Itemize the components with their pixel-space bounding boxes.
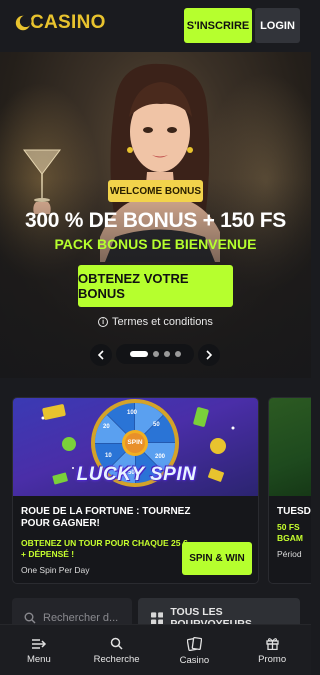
hero-title: 300 % DE BONUS + 150 FS	[25, 209, 286, 232]
search-icon	[110, 637, 123, 650]
promo-title: TUESD	[277, 506, 311, 517]
logo[interactable]: CASINO	[14, 12, 106, 34]
logo-text: CASINO	[30, 12, 106, 33]
nav-label-search: Recherche	[93, 654, 140, 665]
promo-note: One Spin Per Day	[21, 565, 90, 575]
pager-dot-4[interactable]	[174, 351, 181, 357]
get-bonus-button[interactable]: OBTENEZ VOTRE BONUS	[78, 265, 233, 307]
grid-icon	[151, 611, 164, 625]
promo-image-tuesday	[269, 398, 311, 496]
pager-dot-1[interactable]	[129, 351, 148, 357]
wheel-value-5: 10	[105, 453, 112, 459]
promo-card-tuesday[interactable]: TUESD 50 FS BGAM Périod	[268, 397, 311, 584]
nav-item-promo[interactable]: Promo	[233, 625, 311, 675]
carousel-next-button[interactable]	[198, 344, 220, 366]
lucky-spin-logo: LUCKY SPIN	[76, 464, 197, 485]
logo-crescent-icon	[15, 15, 32, 31]
lucky-spin-image: SPIN 100 50 200 20 10 500 LUCKY SPIN	[13, 398, 258, 496]
hero-subtitle: PACK BONUS DE BIENVENUE	[54, 236, 257, 252]
chevron-left-icon	[97, 350, 104, 360]
carousel-pager	[116, 344, 194, 364]
search-placeholder: Rechercher d...	[43, 612, 119, 624]
cards-icon	[186, 636, 202, 651]
nav-label-promo: Promo	[258, 654, 287, 665]
wheel-value-1: 100	[127, 410, 138, 416]
wheel-value-2: 50	[153, 422, 160, 428]
nav-item-menu[interactable]: Menu	[0, 625, 78, 675]
spin-and-win-button[interactable]: SPIN & WIN	[182, 542, 252, 575]
gift-icon	[265, 638, 279, 650]
terms-link[interactable]: i Termes et conditions	[0, 316, 311, 328]
bottom-navigation: Menu Recherche Casino Promo	[0, 624, 311, 675]
wheel-value-4: 20	[103, 424, 110, 430]
promo-offer-line-1: 50 FS	[277, 522, 300, 532]
info-icon: i	[98, 317, 109, 327]
promo-offer: 50 FS BGAM	[277, 522, 303, 544]
welcome-bonus-badge: WELCOME BONUS	[108, 180, 203, 202]
nav-label-menu: Menu	[26, 653, 51, 665]
signup-button[interactable]: S'INSCRIRE	[184, 8, 252, 43]
pager-dot-3[interactable]	[163, 351, 170, 357]
hero-banner[interactable]: WELCOME BONUS 300 % DE BONUS + 150 FS PA…	[0, 52, 311, 378]
menu-arrow-icon	[31, 638, 46, 649]
pager-dot-2[interactable]	[152, 351, 159, 357]
nav-label-casino: Casino	[179, 654, 210, 666]
login-button[interactable]: LOGIN	[255, 8, 300, 43]
promo-title: ROUE DE LA FORTUNE : TOURNEZ POUR GAGNER…	[21, 506, 191, 529]
nav-item-casino[interactable]: Casino	[156, 625, 234, 675]
promo-offer: OBTENEZ UN TOUR POUR CHAQUE 25 € + DÉPEN…	[21, 538, 188, 559]
promo-offer-line-2: BGAM	[277, 533, 303, 543]
nav-item-search[interactable]: Recherche	[78, 625, 156, 675]
carousel-prev-button[interactable]	[90, 344, 112, 366]
page: CASINO S'INSCRIRE LOGIN WELCOME BONUS 30…	[0, 0, 311, 675]
header: CASINO S'INSCRIRE LOGIN	[0, 0, 311, 52]
wheel-value-3: 200	[155, 454, 166, 460]
search-icon	[24, 612, 36, 624]
promo-card-lucky-spin[interactable]: SPIN 100 50 200 20 10 500 LUCKY SPIN ROU…	[12, 397, 259, 584]
promo-note: Périod	[277, 549, 302, 559]
wheel-center-label: SPIN	[127, 439, 143, 446]
chevron-right-icon	[206, 350, 213, 360]
terms-label: Termes et conditions	[112, 316, 213, 328]
